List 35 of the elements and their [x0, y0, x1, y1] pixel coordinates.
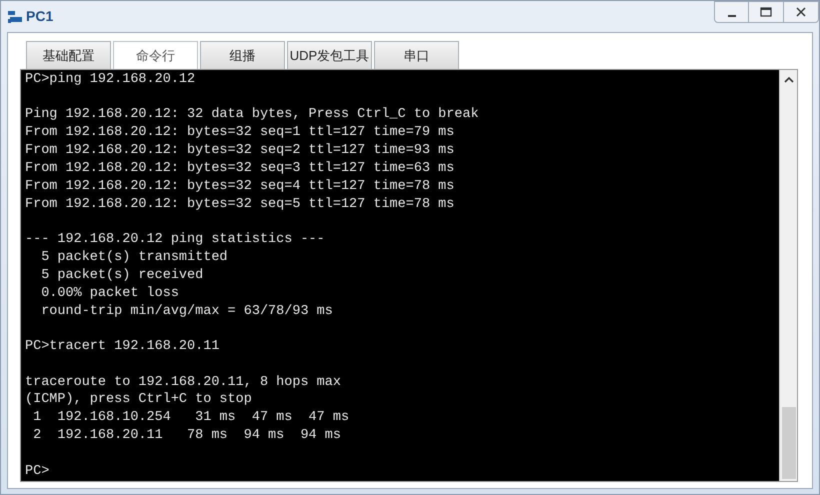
close-icon — [796, 7, 806, 17]
minimize-button[interactable] — [714, 1, 749, 23]
terminal-line: From 192.168.20.12: bytes=32 seq=5 ttl=127 time=78 ms — [25, 196, 456, 214]
terminal-line: 5 packet(s) transmitted — [40, 249, 229, 268]
tab[interactable]: 串口 — [374, 41, 459, 69]
tab[interactable]: 命令行 — [113, 41, 198, 69]
scrollbar[interactable] — [779, 70, 797, 481]
terminal-line: 1 192.168.10.254 31 ms 47 ms 47 ms — [32, 409, 350, 428]
maximize-button[interactable] — [749, 1, 784, 23]
close-button[interactable] — [784, 1, 819, 23]
terminal-line: round-trip min/avg/max = 63/78/93 ms — [40, 302, 334, 321]
terminal-line: PC>ping 192.168.20.12 — [25, 71, 196, 89]
terminal-line: 0.00% packet loss — [40, 284, 180, 303]
window-title: PC1 — [26, 7, 54, 26]
terminal-line: From 192.168.20.12: bytes=32 seq=2 ttl=127 time=93 ms — [25, 142, 456, 160]
terminal-line: Ping 192.168.20.12: 32 data bytes, Press Ctrl_C to break — [25, 106, 480, 124]
terminal-line: From 192.168.20.12: bytes=32 seq=4 ttl=127 time=78 ms — [25, 178, 456, 196]
tab[interactable]: 基础配置 — [26, 41, 111, 69]
terminal-line: 5 packet(s) received — [40, 267, 204, 285]
maximize-icon — [760, 7, 772, 17]
terminal-line: 2 192.168.20.11 78 ms 94 ms 94 ms — [32, 427, 342, 446]
terminal[interactable] — [21, 70, 779, 481]
terminal-line: (ICMP), press Ctrl+C to stop — [25, 391, 253, 410]
terminal-line: PC> — [25, 462, 50, 481]
scrollbar-thumb[interactable] — [782, 406, 796, 479]
minimize-icon — [728, 15, 736, 17]
terminal-line: traceroute to 192.168.20.11, 8 hops max — [25, 374, 342, 392]
computer-icon — [7, 8, 23, 24]
tab[interactable]: UDP发包工具 — [287, 41, 372, 69]
terminal-line: From 192.168.20.12: bytes=32 seq=3 ttl=127 time=63 ms — [25, 160, 456, 178]
terminal-line: --- 192.168.20.12 ping statistics --- — [25, 231, 326, 250]
tab[interactable]: 组播 — [200, 41, 285, 69]
terminal-line: From 192.168.20.12: bytes=32 seq=1 ttl=127 time=79 ms — [25, 124, 456, 142]
terminal-line: PC>tracert 192.168.20.11 — [25, 338, 220, 356]
scroll-up-icon — [784, 76, 794, 84]
